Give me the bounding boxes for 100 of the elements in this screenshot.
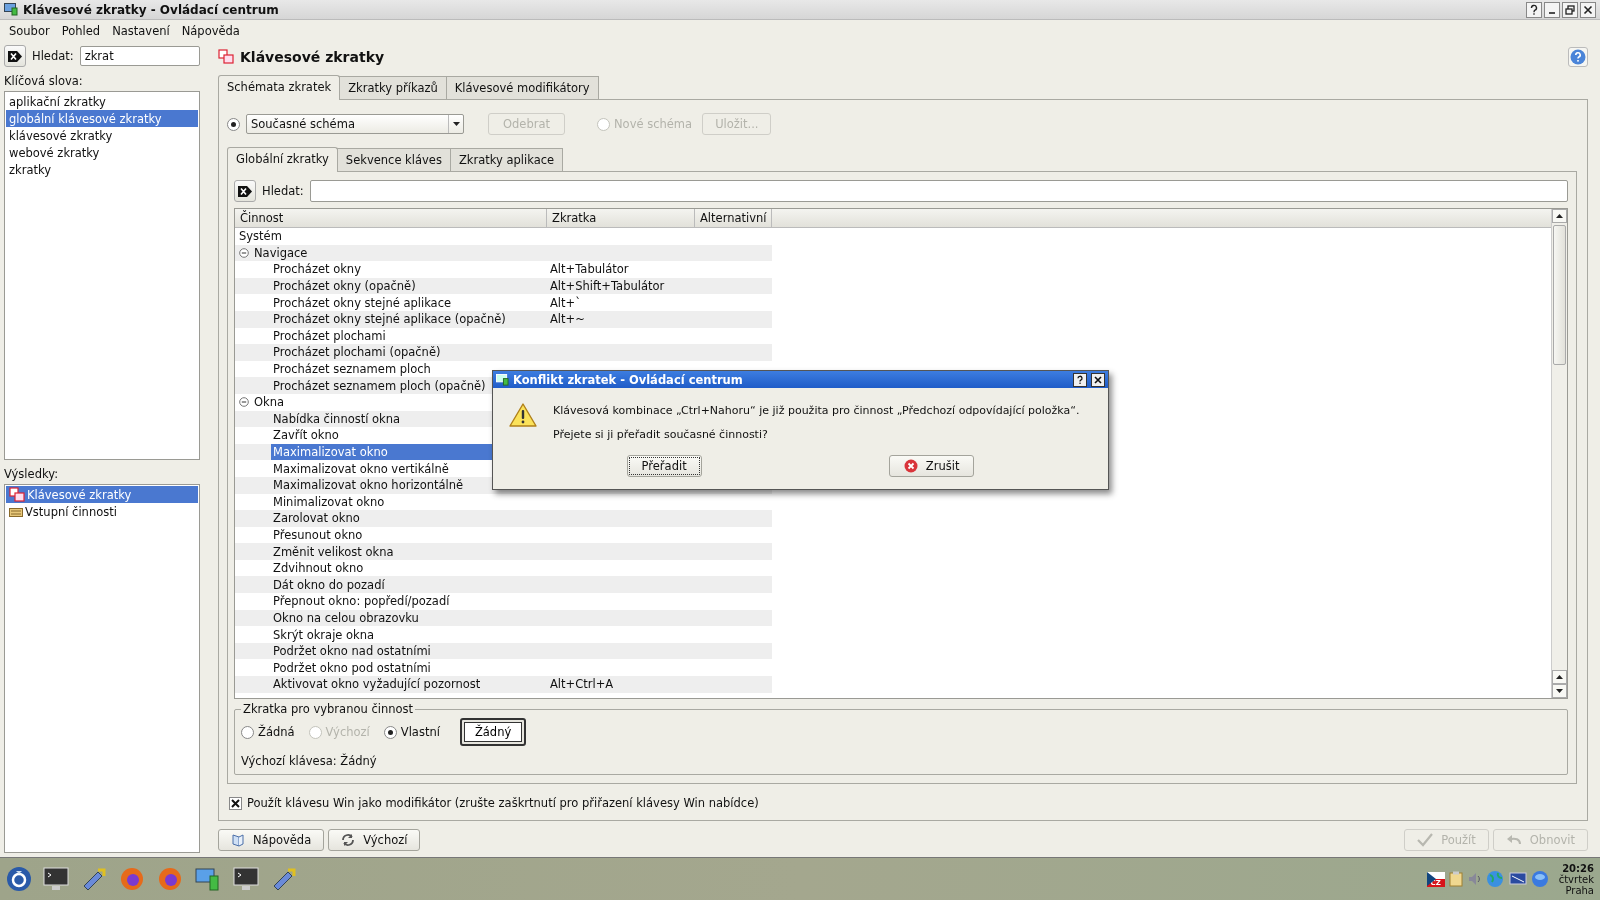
dialog-question: Přejete si ji přeřadit současné činnosti? — [553, 428, 769, 441]
restore-icon[interactable] — [1562, 1, 1578, 18]
results-label: Výsledky: — [4, 466, 60, 481]
search-field[interactable] — [309, 180, 1568, 202]
menu-item[interactable]: Nastavení — [107, 21, 175, 40]
keys-icon — [218, 49, 234, 65]
tree-item[interactable]: Přepnout okno: popředí/pozadí — [271, 593, 547, 610]
cancel-button[interactable]: Zrušit — [888, 455, 975, 477]
group-title: Zkratka pro vybranou činnost — [241, 702, 416, 716]
tab[interactable]: Zkratky příkazů — [339, 76, 447, 99]
tree-item[interactable]: Minimalizovat okno — [271, 493, 547, 511]
scroll-thumb[interactable] — [1553, 225, 1566, 365]
app-icon — [496, 373, 509, 386]
clipboard-icon[interactable] — [1448, 871, 1463, 887]
scroll-up-icon[interactable] — [1556, 675, 1563, 679]
clock-time[interactable]: 20:26 — [1562, 862, 1594, 874]
browser-icon[interactable] — [156, 866, 184, 892]
book-icon — [231, 833, 245, 847]
result-item[interactable]: Klávesové zkratky — [6, 486, 198, 503]
radio-button[interactable] — [383, 725, 397, 739]
tab[interactable]: Sekvence kláves — [336, 148, 451, 171]
shortcut-cell-text: Alt+Tabulátor — [549, 262, 629, 277]
cancel-icon — [903, 459, 918, 473]
help-icon[interactable] — [1526, 1, 1542, 18]
terminal-icon[interactable] — [42, 866, 70, 892]
tree-item[interactable]: Procházet okny stejné aplikace — [271, 294, 547, 311]
scroll-up-icon[interactable] — [1556, 214, 1563, 218]
window-title: Klávesové zkratky - Ovládací centrum — [23, 2, 280, 17]
menu-item[interactable]: Nápověda — [176, 21, 245, 40]
radio-label: Výchozí — [325, 725, 370, 739]
radio-label: Žádná — [258, 725, 295, 739]
search-field[interactable]: zkrat — [79, 46, 200, 66]
browser-icon[interactable] — [118, 866, 146, 892]
keyword-item[interactable]: zkratky — [6, 161, 198, 178]
caret-icon — [452, 122, 460, 126]
help-button[interactable] — [1568, 47, 1588, 67]
key-capture-button[interactable]: Žádný — [459, 718, 527, 746]
tab[interactable]: Schémata zkratek — [218, 75, 341, 100]
tree-item[interactable]: Podržet okno pod ostatními — [271, 659, 547, 677]
tree-item[interactable]: Systém — [237, 228, 547, 245]
collapse-icon[interactable] — [239, 247, 249, 258]
tree-item[interactable]: Aktivovat okno vyžadující pozornost — [271, 676, 547, 693]
dialog-title: Konflikt zkratek - Ovládací centrum — [513, 372, 744, 387]
clock-place: Praha — [1565, 884, 1594, 896]
shortcut-cell-text: Alt+~ — [549, 312, 585, 327]
keywords-label: Klíčová slova: — [4, 73, 84, 88]
scroll-down-icon[interactable] — [1556, 689, 1563, 693]
refresh-icon — [341, 833, 356, 847]
radio-label: Vlastní — [400, 725, 440, 739]
keyword-item[interactable]: klávesové zkratky — [6, 127, 198, 144]
result-item[interactable]: Vstupní činnosti — [6, 503, 198, 520]
undo-icon — [1505, 833, 1522, 847]
keyword-item[interactable]: aplikační zkratky — [6, 93, 198, 110]
module-title: Klávesové zkratky — [240, 49, 386, 65]
scrollbar[interactable] — [1551, 209, 1567, 698]
terminal-icon[interactable] — [232, 866, 260, 892]
tree-item[interactable]: Procházet okny (opačně) — [271, 277, 547, 295]
help-button[interactable]: Nápověda — [218, 829, 325, 851]
column-header[interactable]: Činnost — [235, 209, 547, 227]
shortcut-cell-text: Alt+` — [549, 295, 581, 310]
menu-item[interactable]: Pohled — [56, 21, 106, 40]
close-icon[interactable] — [1091, 372, 1105, 387]
minimize-icon[interactable] — [1544, 1, 1560, 18]
clear-search-button[interactable] — [234, 180, 256, 202]
app-icon — [4, 3, 18, 16]
shortcut-cell-text: Alt+Ctrl+A — [549, 677, 614, 692]
search-label: Hledat: — [32, 49, 74, 63]
keyword-item[interactable]: webové zkratky — [6, 144, 198, 161]
tree-item[interactable]: Procházet okny — [271, 261, 547, 278]
column-header[interactable]: Alternativní — [695, 209, 772, 227]
start-menu-icon[interactable] — [6, 866, 32, 892]
warning-icon — [509, 402, 537, 428]
defaults-button[interactable]: Výchozí — [328, 829, 421, 851]
tab[interactable]: Zkratky aplikace — [449, 148, 564, 171]
tree-item[interactable]: Přesunout okno — [271, 526, 547, 544]
tab[interactable]: Globální zkratky — [227, 147, 338, 172]
display-icon[interactable] — [1508, 871, 1527, 887]
tree-item[interactable]: Skrýt okraje okna — [271, 626, 547, 643]
keyword-item[interactable]: globální klávesové zkratky — [6, 110, 198, 127]
confirm-button[interactable]: Přeřadit — [626, 455, 702, 477]
close-icon[interactable] — [1580, 1, 1596, 18]
tree-item[interactable]: Procházet okny stejné aplikace (opačně) — [271, 310, 547, 328]
clear-icon — [8, 50, 22, 62]
checkbox[interactable] — [229, 796, 242, 810]
tree-item[interactable]: Zdvihnout okno — [271, 559, 547, 577]
search-label: Hledat: — [262, 184, 304, 198]
radio-label: Nové schéma — [614, 117, 693, 131]
tab[interactable]: Klávesové modifikátory — [445, 76, 599, 99]
tree-item[interactable]: Procházet plochami — [271, 327, 547, 345]
radio-button[interactable] — [227, 117, 240, 131]
default-key-text: Výchozí klávesa: Žádný — [241, 754, 378, 768]
collapse-icon[interactable] — [239, 397, 249, 408]
column-header[interactable]: Zkratka — [547, 209, 695, 227]
menu-item[interactable]: Soubor — [4, 21, 55, 40]
clear-icon — [238, 185, 252, 197]
radio-button[interactable] — [241, 725, 254, 739]
scheme-dropdown[interactable]: Současné schéma — [246, 114, 464, 134]
help-icon[interactable] — [1073, 372, 1087, 387]
clear-search-button[interactable] — [4, 45, 26, 67]
check-icon — [1417, 833, 1434, 847]
